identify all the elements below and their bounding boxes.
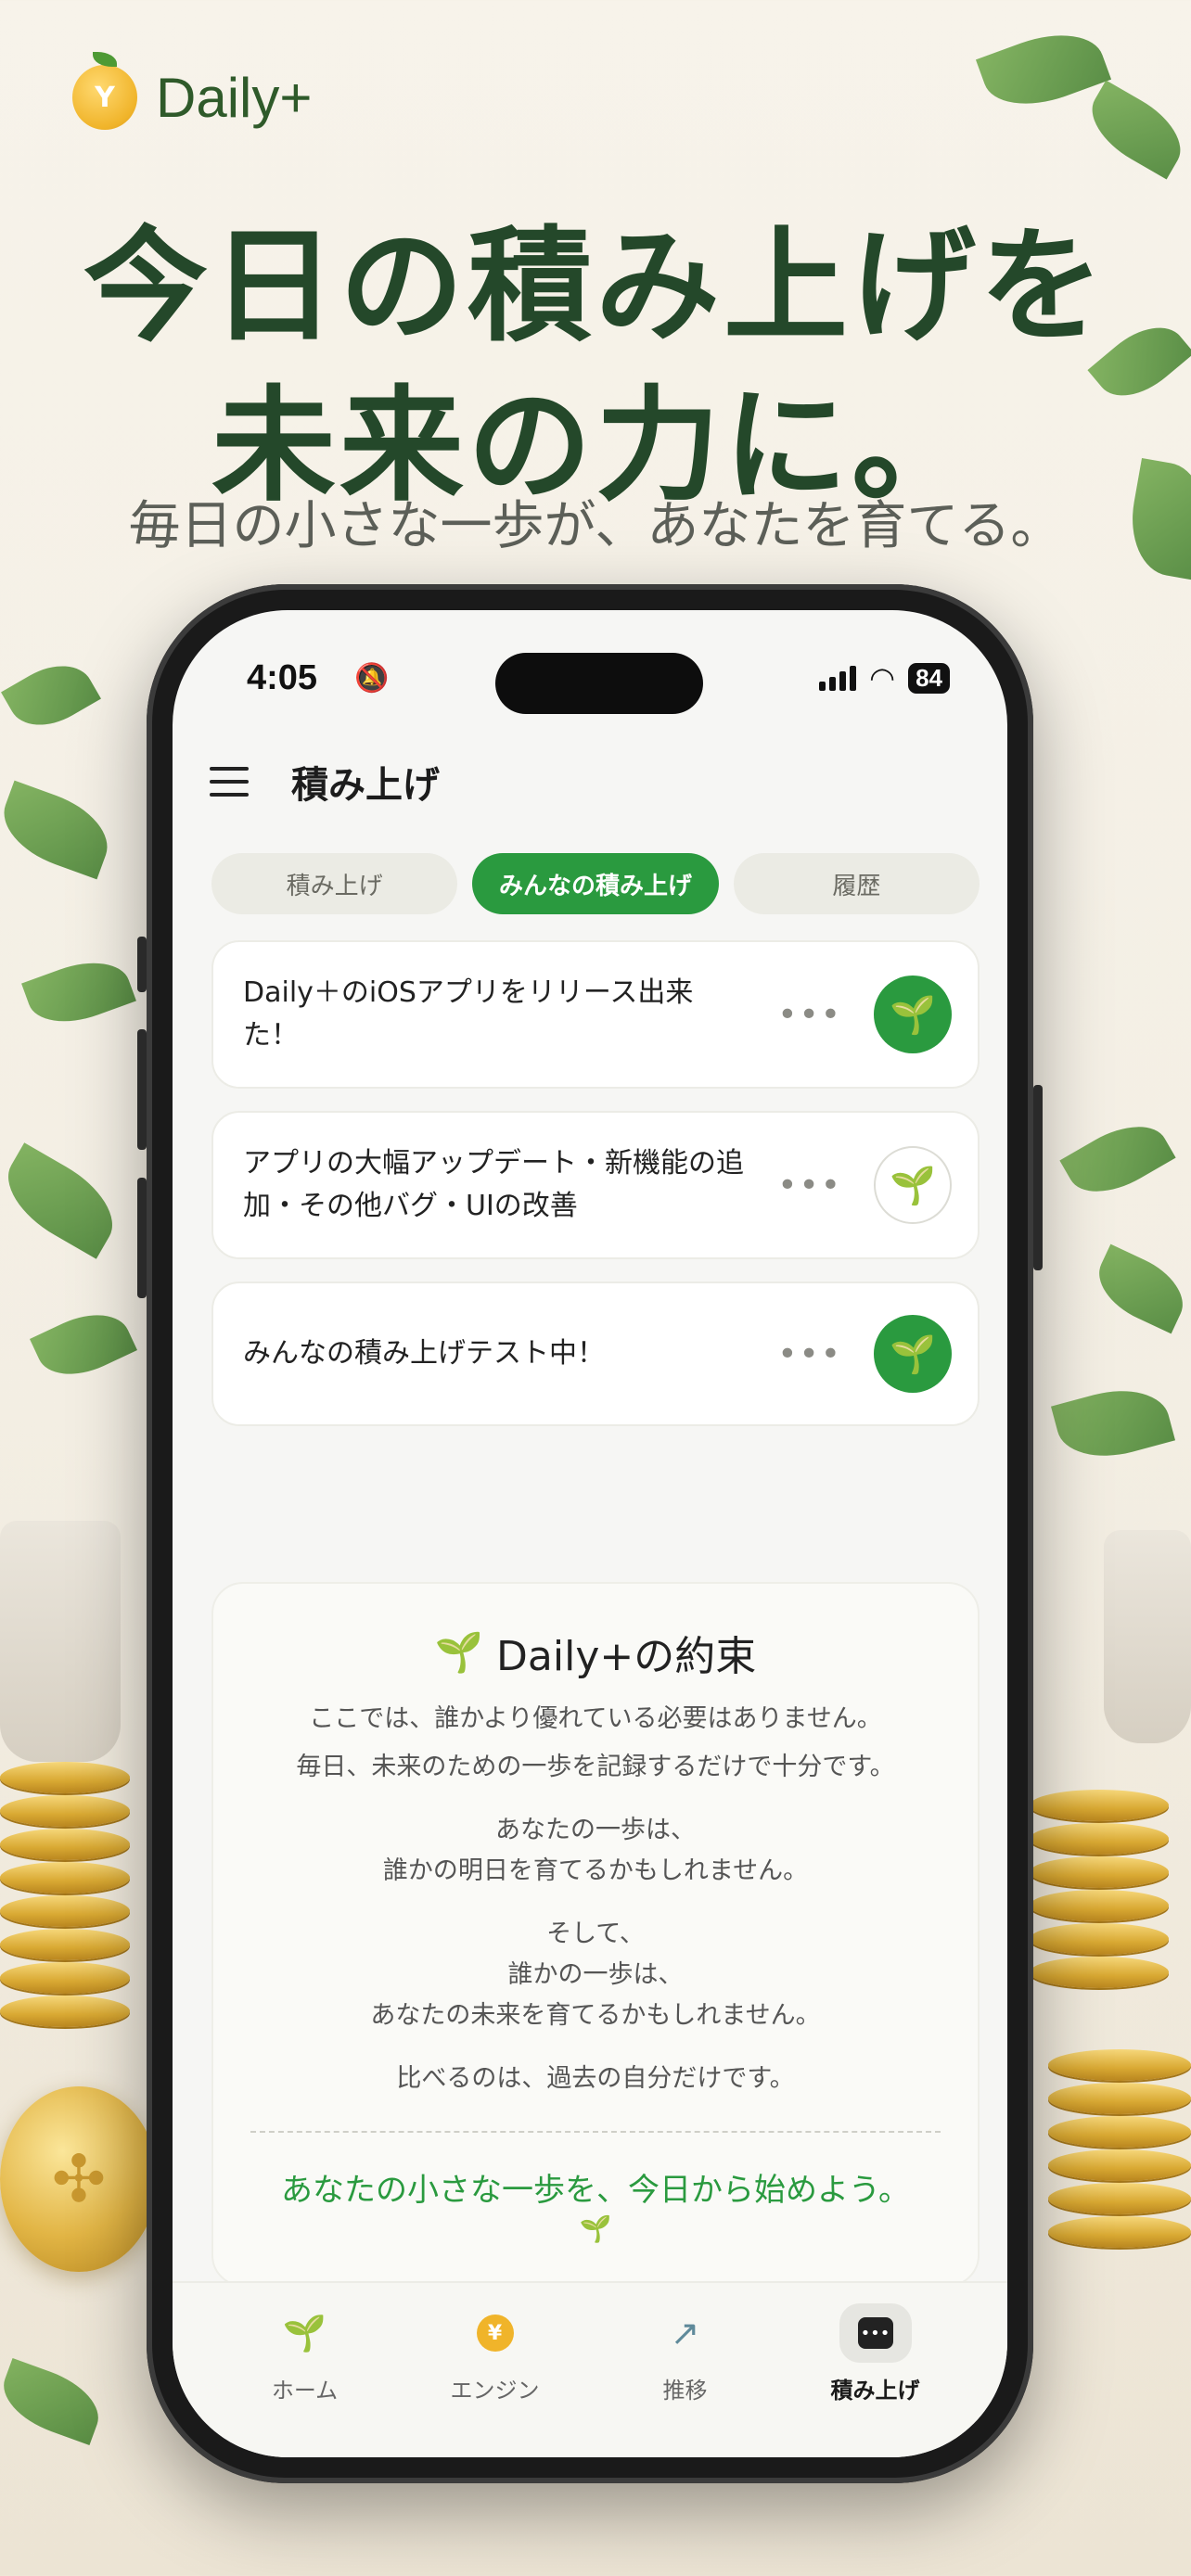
nav-stack[interactable]: ••• 積み上げ: [780, 2303, 970, 2457]
post-text: アプリの大幅アップデート・新機能の追 加・その他バグ・UIの改善: [243, 1147, 744, 1222]
coin-icon: ¥: [476, 2315, 514, 2352]
trend-arrow-icon: ↗: [670, 2313, 700, 2353]
tab-history[interactable]: 履歴: [733, 853, 980, 914]
page-title: 積み上げ: [291, 764, 440, 807]
post-card[interactable]: Daily＋のiOSアプリをリリース出来 た！ ••• 🌱: [211, 940, 980, 1089]
promise-text: 比べるのは、過去の自分だけです。: [396, 2064, 795, 2093]
chat-bubble-icon: •••: [857, 2317, 893, 2349]
coin-logo-icon: Y: [72, 52, 137, 130]
sprout-icon: 🌱: [434, 1629, 484, 1675]
status-bar: 4:05 🔕 ◠ 84: [173, 653, 1007, 714]
signal-icon: [819, 665, 857, 691]
promise-text: そして、: [546, 1919, 645, 1948]
sprout-like-button[interactable]: 🌱: [874, 976, 952, 1053]
nav-trend[interactable]: ↗ 推移: [590, 2303, 780, 2457]
promise-text: 毎日、未来のための一歩を記録するだけで十分です。: [296, 1753, 895, 1781]
hero-headline-line1: 今日の積み上げを: [83, 214, 1108, 359]
promise-card: 🌱 Daily+の約束 ここでは、誰かより優れている必要はありません。 毎日、未…: [211, 1582, 980, 2287]
sprout-icon: 🌱: [579, 2213, 612, 2244]
more-options-icon[interactable]: •••: [777, 996, 842, 1034]
app-screen: 4:05 🔕 ◠ 84 積み上げ 積み上げ みんなの積み上げ 履歴 Daily＋…: [173, 610, 1007, 2457]
post-list: Daily＋のiOSアプリをリリース出来 た！ ••• 🌱 アプリの大幅アップデー…: [211, 940, 980, 1426]
bell-muted-icon: 🔕: [354, 662, 390, 695]
brand-logo: Y Daily+: [72, 52, 313, 130]
promise-text: 誰かの一歩は、: [507, 1960, 684, 1989]
status-time: 4:05: [247, 658, 318, 697]
promise-text: あなたの未来を育てるかもしれません。: [370, 2001, 821, 2030]
promise-closing: あなたの小さな一歩を、今日から始めよう。: [281, 2172, 910, 2209]
bottom-nav: 🌱 ホーム ¥ エンジン ↗ 推移 ••• 積み上げ: [173, 2281, 1007, 2457]
dynamic-island: [495, 653, 703, 714]
menu-icon[interactable]: [210, 767, 249, 797]
segment-tabs: 積み上げ みんなの積み上げ 履歴: [211, 853, 980, 914]
brand-name: Daily+: [156, 66, 313, 129]
hero-subtitle: 毎日の小さな一歩が、あなたを育てる。: [128, 496, 1063, 556]
nav-home[interactable]: 🌱 ホーム: [210, 2303, 400, 2457]
clover-coin-icon: ✣: [0, 2086, 158, 2272]
nav-engine[interactable]: ¥ エンジン: [400, 2303, 590, 2457]
sprout-like-button[interactable]: 🌱: [874, 1146, 952, 1224]
sprout-like-button[interactable]: 🌱: [874, 1315, 952, 1393]
battery-indicator: 84: [908, 662, 950, 694]
sprout-icon: 🌱: [890, 993, 936, 1037]
promise-title: 🌱 Daily+の約束: [434, 1629, 757, 1680]
more-options-icon[interactable]: •••: [777, 1335, 842, 1373]
post-card[interactable]: みんなの積み上げテスト中！ ••• 🌱: [211, 1282, 980, 1426]
app-bar: 積み上げ: [210, 749, 970, 814]
wifi-icon: ◠: [869, 660, 896, 695]
tab-my-stack[interactable]: 積み上げ: [211, 853, 458, 914]
tab-everyone-stack[interactable]: みんなの積み上げ: [472, 853, 719, 914]
post-text: Daily＋のiOSアプリをリリース出来 た！: [243, 976, 694, 1052]
sprout-icon: 🌱: [890, 1164, 936, 1207]
sprout-icon: 🌱: [890, 1333, 936, 1376]
sprout-icon: 🌱: [282, 2312, 327, 2353]
post-text: みんなの積み上げテスト中！: [243, 1337, 605, 1370]
post-card[interactable]: アプリの大幅アップデート・新機能の追 加・その他バグ・UIの改善 ••• 🌱: [211, 1111, 980, 1259]
more-options-icon[interactable]: •••: [777, 1167, 842, 1205]
phone-frame: 4:05 🔕 ◠ 84 積み上げ 積み上げ みんなの積み上げ 履歴 Daily＋…: [137, 584, 1043, 2483]
promise-text: あなたの一歩は、: [495, 1816, 696, 1844]
promise-text: 誰かの明日を育てるかもしれません。: [382, 1856, 809, 1885]
promise-text: ここでは、誰かより優れている必要はありません。: [309, 1704, 882, 1733]
divider: [250, 2131, 941, 2133]
